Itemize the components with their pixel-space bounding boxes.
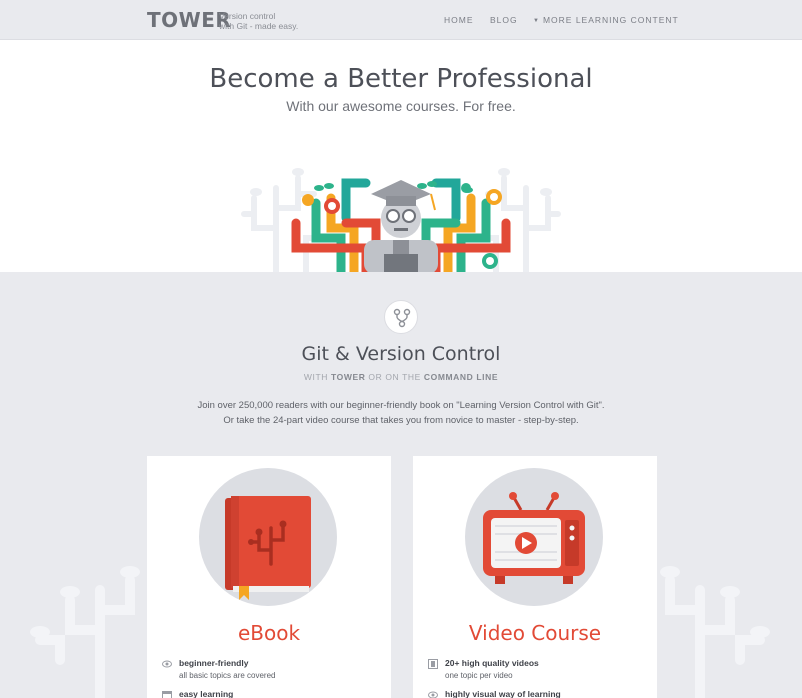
caret-down-icon: ▼: [533, 18, 540, 24]
ebook-title-link[interactable]: eBook: [147, 621, 391, 645]
feature-title: highly visual way of learning: [445, 689, 561, 698]
television-icon: [483, 492, 585, 584]
feature-subtitle: one topic per video: [445, 671, 513, 680]
section-description: Join over 250,000 readers with our begin…: [0, 398, 802, 428]
section-title: Git & Version Control: [301, 343, 501, 365]
eye-icon: [428, 691, 438, 698]
hero-title: Become a Better Professional: [209, 64, 593, 94]
eye-icon: [162, 660, 172, 668]
hero-section: Become a Better Professional With our aw…: [0, 40, 802, 272]
nav-more-label: MORE LEARNING CONTENT: [542, 15, 679, 25]
nav-more-learning-content-dropdown[interactable]: ▼ MORE LEARNING CONTENT: [533, 15, 679, 25]
sub-with: WITH: [303, 372, 328, 382]
ebook-card[interactable]: eBook beginner-friendly all basic topics…: [147, 456, 391, 698]
tagline: Version control with Git - made easy.: [219, 11, 299, 31]
feature-title: 20+ high quality videos: [445, 658, 539, 668]
video-illustration-circle: [465, 468, 603, 606]
tagline-line-1: Version control: [219, 11, 276, 21]
sub-or: OR ON THE: [368, 372, 421, 382]
git-branch-icon: [384, 300, 418, 334]
calendar-icon: [162, 691, 172, 698]
tagline-line-2: with Git - made easy.: [219, 21, 299, 31]
feature-title: easy learning: [179, 689, 234, 698]
section-subtitle: WITH TOWER OR ON THE COMMAND LINE: [0, 372, 802, 382]
book-icon: [225, 496, 311, 600]
sub-tower: TOWER: [330, 372, 366, 382]
section-description-line-2: Or take the 24-part video course that ta…: [223, 415, 579, 426]
video-course-card[interactable]: Video Course 20+ high quality videos one…: [413, 456, 657, 698]
sub-command-line: COMMAND LINE: [423, 372, 499, 382]
video-course-title-link[interactable]: Video Course: [413, 621, 657, 645]
hero-subtitle: With our awesome courses. For free.: [286, 98, 516, 114]
background-tree-decoration: [30, 566, 770, 698]
feature-subtitle: all basic topics are covered: [179, 671, 276, 680]
section-description-line-1: Join over 250,000 readers with our begin…: [197, 400, 605, 411]
nav-home-link[interactable]: HOME: [444, 15, 474, 25]
film-icon: [428, 659, 438, 669]
top-navigation-bar: TOWER Version control with Git - made ea…: [0, 0, 802, 40]
feature-title: beginner-friendly: [179, 658, 249, 668]
ebook-illustration-circle: [199, 468, 337, 606]
nav-blog-link[interactable]: BLOG: [490, 15, 518, 25]
graduate-tree-illustration: [241, 168, 561, 272]
